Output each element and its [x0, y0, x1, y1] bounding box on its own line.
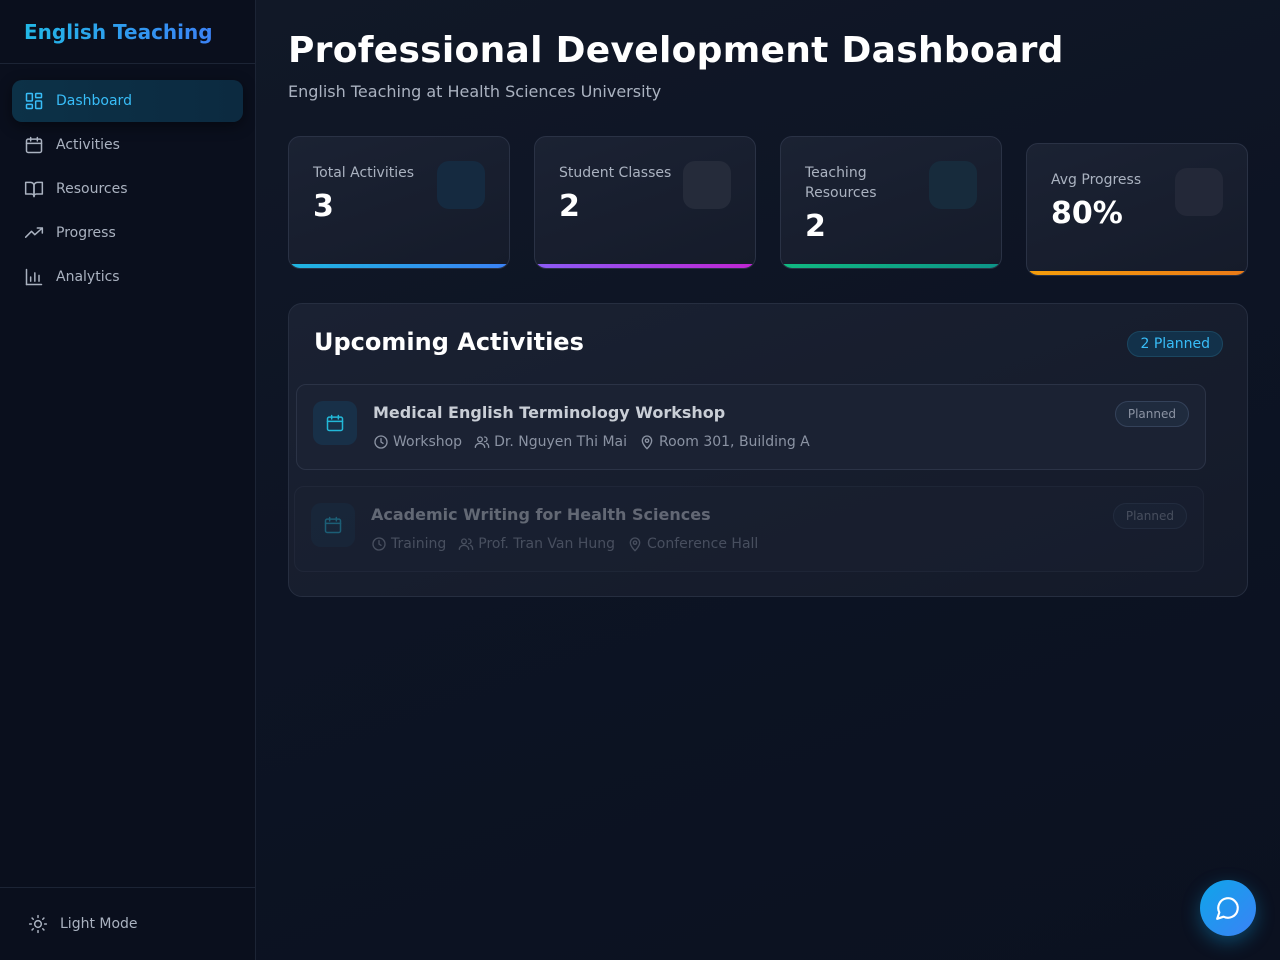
activity-title: Academic Writing for Health Sciences	[371, 505, 711, 524]
activity-type: Training	[371, 536, 446, 552]
stat-card-student-classes: Student Classes 2	[534, 136, 756, 269]
sidebar: English Teaching Dashboard Activities Re…	[0, 0, 256, 960]
activity-person-label: Prof. Tran Van Hung	[478, 536, 615, 552]
sidebar-item-analytics[interactable]: Analytics	[12, 256, 243, 298]
page-subtitle: English Teaching at Health Sciences Univ…	[288, 82, 662, 101]
stat-value: 2	[559, 189, 580, 224]
users-icon	[474, 436, 490, 448]
stat-card-teaching-resources: Teaching Resources 2	[780, 136, 1002, 269]
activity-title: Medical English Terminology Workshop	[373, 403, 726, 422]
theme-toggle-label: Light Mode	[60, 916, 138, 932]
stat-card-total-activities: Total Activities 3	[288, 136, 510, 269]
main-content: Professional Development Dashboard Engli…	[256, 0, 1280, 960]
brand-name: English Teaching	[24, 20, 213, 44]
stat-label: Teaching Resources	[805, 165, 877, 201]
chat-bubble-icon	[1216, 897, 1239, 920]
activity-person: Dr. Nguyen Thi Mai	[474, 434, 627, 450]
sidebar-item-activities[interactable]: Activities	[12, 124, 243, 166]
activity-location: Conference Hall	[627, 536, 758, 552]
sidebar-item-label: Resources	[56, 181, 128, 197]
stat-icon-box	[1175, 168, 1223, 216]
activity-type-label: Workshop	[393, 434, 463, 450]
sun-icon	[28, 914, 48, 934]
sidebar-item-label: Analytics	[56, 269, 120, 285]
trending-up-icon	[24, 227, 44, 238]
activity-item[interactable]: Academic Writing for Health Sciences Tra…	[294, 486, 1204, 572]
activity-status-badge: Planned	[1112, 503, 1187, 529]
map-pin-icon	[629, 537, 641, 552]
book-icon	[24, 181, 44, 198]
sidebar-item-label: Dashboard	[56, 93, 132, 109]
stat-value: 2	[805, 209, 826, 244]
sidebar-item-resources[interactable]: Resources	[12, 168, 243, 210]
stat-icon-box	[683, 161, 731, 209]
panel-title: Upcoming Activities	[314, 328, 584, 356]
dashboard-icon	[25, 92, 43, 110]
app-root: English Teaching Dashboard Activities Re…	[0, 0, 1280, 960]
users-icon	[458, 538, 474, 550]
activity-person: Prof. Tran Van Hung	[458, 536, 615, 552]
stat-value: 80%	[1051, 196, 1123, 231]
activity-item[interactable]: Medical English Terminology Workshop Wor…	[296, 384, 1206, 470]
sidebar-item-progress[interactable]: Progress	[12, 212, 243, 254]
activity-type-label: Training	[391, 536, 447, 552]
stat-label: Avg Progress	[1051, 172, 1142, 188]
stat-accent-bar	[781, 264, 1001, 268]
calendar-icon	[313, 401, 357, 445]
stat-icon-box	[437, 161, 485, 209]
stat-accent-bar	[289, 264, 509, 268]
activity-status-badge: Planned	[1114, 401, 1189, 427]
chat-button[interactable]	[1200, 880, 1256, 936]
activity-meta: Workshop Dr. Nguyen Thi Mai Room 301, Bu…	[373, 434, 822, 450]
page-title: Professional Development Dashboard	[288, 30, 1064, 71]
stat-accent-bar	[535, 264, 755, 268]
stat-accent-bar	[1027, 271, 1247, 275]
calendar-icon	[311, 503, 355, 547]
activity-location-label: Conference Hall	[646, 536, 759, 552]
calendar-icon	[25, 136, 43, 154]
activity-person-label: Dr. Nguyen Thi Mai	[494, 434, 627, 450]
stat-icon-box	[929, 161, 977, 209]
clock-icon	[372, 537, 386, 551]
brand: English Teaching	[0, 0, 255, 64]
stat-label: Student Classes	[559, 165, 672, 181]
stat-card-avg-progress: Avg Progress 80%	[1026, 143, 1248, 276]
stat-value: 3	[313, 189, 334, 224]
upcoming-activities-panel: Upcoming Activities 2 Planned Medical En…	[288, 303, 1248, 597]
clock-icon	[374, 435, 388, 449]
map-pin-icon	[641, 435, 653, 450]
theme-toggle[interactable]: Light Mode	[0, 887, 255, 960]
sidebar-item-dashboard[interactable]: Dashboard	[12, 80, 243, 122]
bar-chart-icon	[25, 268, 43, 286]
sidebar-item-label: Progress	[56, 225, 116, 241]
activity-location-label: Room 301, Building A	[659, 434, 810, 450]
activity-location: Room 301, Building A	[639, 434, 810, 450]
activity-type: Workshop	[373, 434, 462, 450]
planned-count-badge: 2 Planned	[1127, 331, 1223, 357]
activity-meta: Training Prof. Tran Van Hung Conference …	[371, 536, 770, 552]
stat-label: Total Activities	[313, 165, 415, 181]
sidebar-item-label: Activities	[56, 137, 120, 153]
sidebar-nav: Dashboard Activities Resources Progress …	[0, 64, 255, 316]
